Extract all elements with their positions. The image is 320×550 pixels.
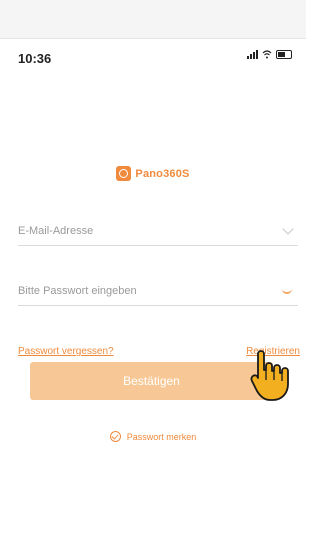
battery-icon — [276, 50, 292, 59]
wifi-icon — [262, 50, 272, 59]
app-logo: Pano360S — [0, 166, 306, 181]
logo-text: Pano360S — [135, 167, 190, 180]
top-margin — [0, 0, 306, 39]
password-placeholder: Bitte Passwort eingeben — [18, 285, 137, 297]
email-field[interactable]: E-Mail-Adresse — [18, 211, 298, 246]
remember-password-toggle[interactable]: Passwort merken — [0, 431, 306, 442]
chevron-down-icon[interactable] — [282, 223, 294, 235]
confirm-button-label: Bestätigen — [123, 374, 180, 388]
camera-logo-icon — [116, 166, 132, 181]
remember-password-label: Passwort merken — [126, 431, 197, 442]
status-icons — [247, 50, 292, 59]
signal-icon — [247, 50, 258, 59]
pointing-hand-icon — [250, 350, 289, 401]
status-time: 10:36 — [18, 51, 52, 66]
password-field[interactable]: Bitte Passwort eingeben — [18, 271, 298, 306]
check-circle-icon[interactable] — [109, 431, 121, 442]
eye-closed-icon[interactable] — [282, 287, 292, 294]
confirm-button[interactable]: Bestätigen — [30, 362, 273, 400]
email-placeholder: E-Mail-Adresse — [18, 225, 94, 237]
app-screen: 10:36 Pano360S E-Mail-Adresse Bitte Pass… — [0, 0, 306, 550]
forgot-password-link[interactable]: Passwort vergessen? — [18, 346, 114, 357]
